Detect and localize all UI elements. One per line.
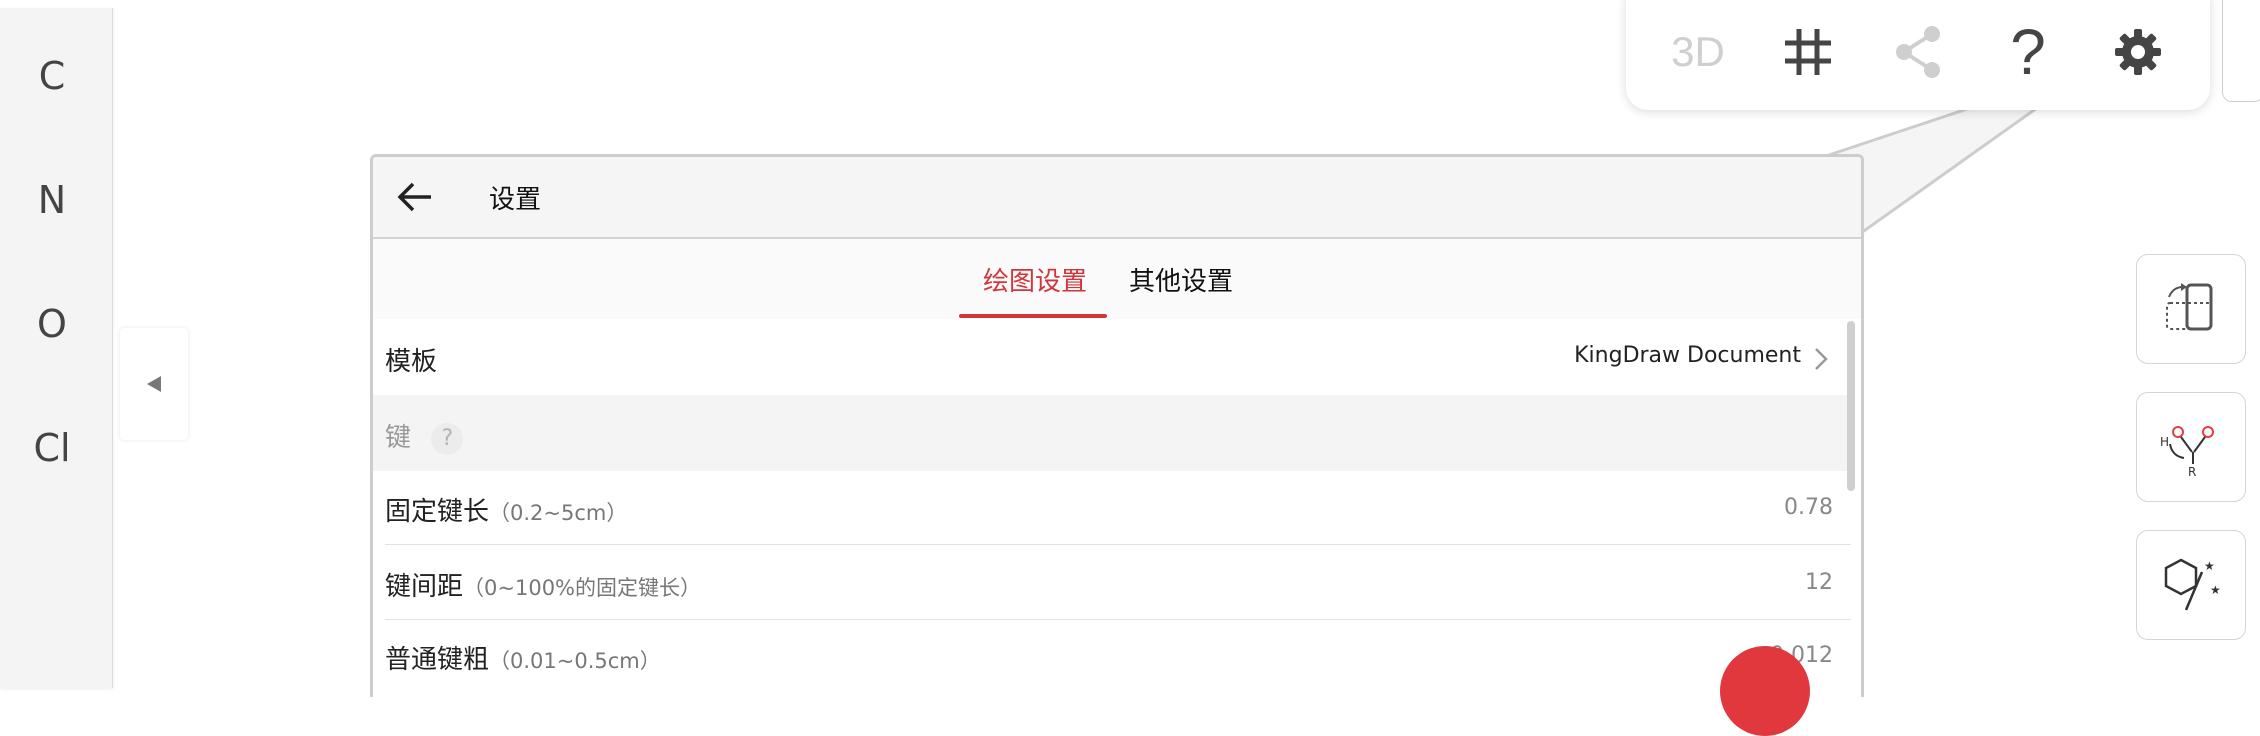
bond-section-header: 键 ? xyxy=(373,395,1851,471)
active-tab-indicator xyxy=(959,314,1107,318)
template-row[interactable]: 模板 KingDraw Document xyxy=(373,321,1851,395)
bond-width-label: 普通键粗 xyxy=(385,645,490,675)
gear-icon xyxy=(2115,29,2161,75)
dialog-header: 设置 xyxy=(373,157,1861,239)
template-value: KingDraw Document xyxy=(1574,343,1801,368)
3d-button[interactable]: 3D xyxy=(1656,10,1740,94)
fixed-bond-length-hint: （0.2~5cm） xyxy=(489,501,628,525)
bond-spacing-label: 键间距 xyxy=(385,572,464,602)
grid-icon xyxy=(1785,29,1831,75)
settings-tabs: 绘图设置 其他设置 xyxy=(373,239,1861,319)
arrow-left-icon xyxy=(397,182,431,212)
bond-spacing-hint: （0~100%的固定键长） xyxy=(463,576,702,600)
top-toolbar: 3D ? xyxy=(1626,0,2210,110)
back-button[interactable] xyxy=(385,167,445,227)
settings-button[interactable] xyxy=(2096,10,2180,94)
edge-panel xyxy=(2222,0,2260,102)
fixed-bond-length-row[interactable]: 固定键长（0.2~5cm） 0.78 xyxy=(373,471,1851,545)
bond-spacing-row[interactable]: 键间距（0~100%的固定键长） 12 xyxy=(373,546,1851,620)
dialog-title: 设置 xyxy=(489,185,542,215)
dialog-scrollbar[interactable] xyxy=(1847,321,1855,491)
row-divider xyxy=(385,544,1851,545)
floating-action-button[interactable] xyxy=(1720,646,1810,736)
fixed-bond-length-label: 固定键长 xyxy=(385,497,490,527)
row-divider xyxy=(385,619,1851,620)
svg-text:R: R xyxy=(2188,465,2196,479)
share-icon xyxy=(1896,26,1940,78)
help-button[interactable]: ? xyxy=(1986,10,2070,94)
reaction-template-button[interactable]: H R xyxy=(2136,392,2246,502)
fixed-bond-length-value: 0.78 xyxy=(1784,495,1833,520)
tab-other-settings[interactable]: 其他设置 xyxy=(1129,261,1233,298)
bond-section-label: 键 xyxy=(385,423,412,453)
bond-help-icon[interactable]: ? xyxy=(431,422,464,455)
rotate-screen-icon xyxy=(2166,283,2213,331)
template-label: 模板 xyxy=(385,347,438,377)
bond-width-hint: （0.01~0.5cm） xyxy=(489,649,661,673)
carbonyl-group-icon: H R xyxy=(2160,426,2214,479)
svg-text:★: ★ xyxy=(2210,583,2221,597)
share-button[interactable] xyxy=(1876,10,1960,94)
tab-drawing-settings[interactable]: 绘图设置 xyxy=(983,261,1087,298)
bond-spacing-value: 12 xyxy=(1805,570,1833,595)
ring-magic-icon: ★ ★ xyxy=(2164,558,2221,611)
svg-text:H: H xyxy=(2160,435,2169,449)
svg-text:★: ★ xyxy=(2204,559,2215,573)
chevron-right-icon xyxy=(1815,348,1828,370)
grid-button[interactable] xyxy=(1766,10,1850,94)
bond-width-row[interactable]: 普通键粗（0.01~0.5cm） 0.012 xyxy=(373,621,1851,695)
rotate-screen-button[interactable] xyxy=(2136,254,2246,364)
ring-clean-button[interactable]: ★ ★ xyxy=(2136,530,2246,640)
settings-dialog: 设置 绘图设置 其他设置 模板 KingDraw Document 键 ? 固定… xyxy=(370,154,1864,697)
